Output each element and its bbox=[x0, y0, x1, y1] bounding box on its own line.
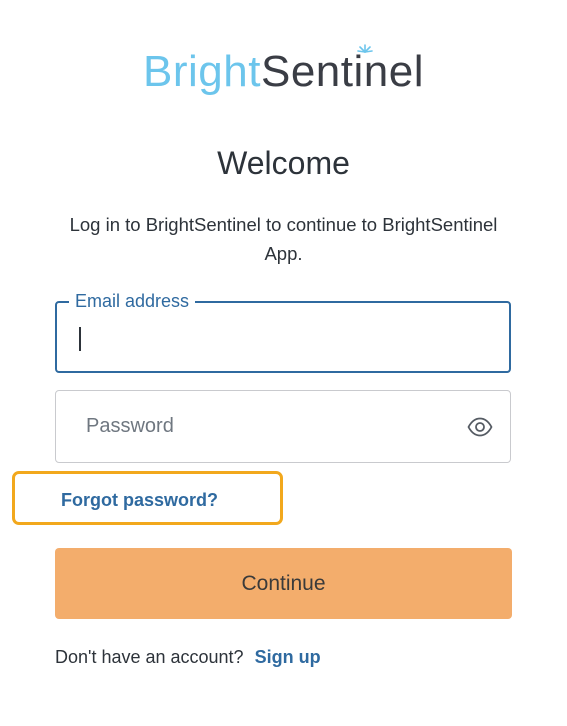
password-input[interactable] bbox=[56, 391, 510, 462]
password-field[interactable] bbox=[55, 390, 511, 463]
page-subtitle: Log in to BrightSentinel to continue to … bbox=[69, 214, 498, 264]
brand-logo: BrightSentinel bbox=[0, 44, 567, 100]
email-input[interactable] bbox=[57, 303, 509, 371]
eye-icon[interactable] bbox=[467, 416, 493, 438]
page-title: Welcome bbox=[217, 145, 350, 181]
signup-link[interactable]: Sign up bbox=[255, 647, 321, 667]
signup-prompt: Don't have an account? bbox=[55, 647, 244, 667]
logo-text-bright: Bright bbox=[143, 47, 261, 96]
continue-button[interactable]: Continue bbox=[55, 548, 512, 619]
forgot-password-link[interactable]: Forgot password? bbox=[61, 489, 218, 511]
sparkle-icon bbox=[357, 44, 373, 53]
login-page: BrightSentinel Welcome Log in to BrightS… bbox=[0, 0, 567, 726]
email-field[interactable]: Email address bbox=[55, 290, 511, 373]
signup-row: Don't have an account? Sign up bbox=[55, 645, 321, 669]
logo-text-sentinel-label: Sentinel bbox=[260, 47, 424, 96]
text-cursor bbox=[79, 327, 81, 351]
logo-text-sentinel: Sentinel bbox=[260, 44, 424, 96]
